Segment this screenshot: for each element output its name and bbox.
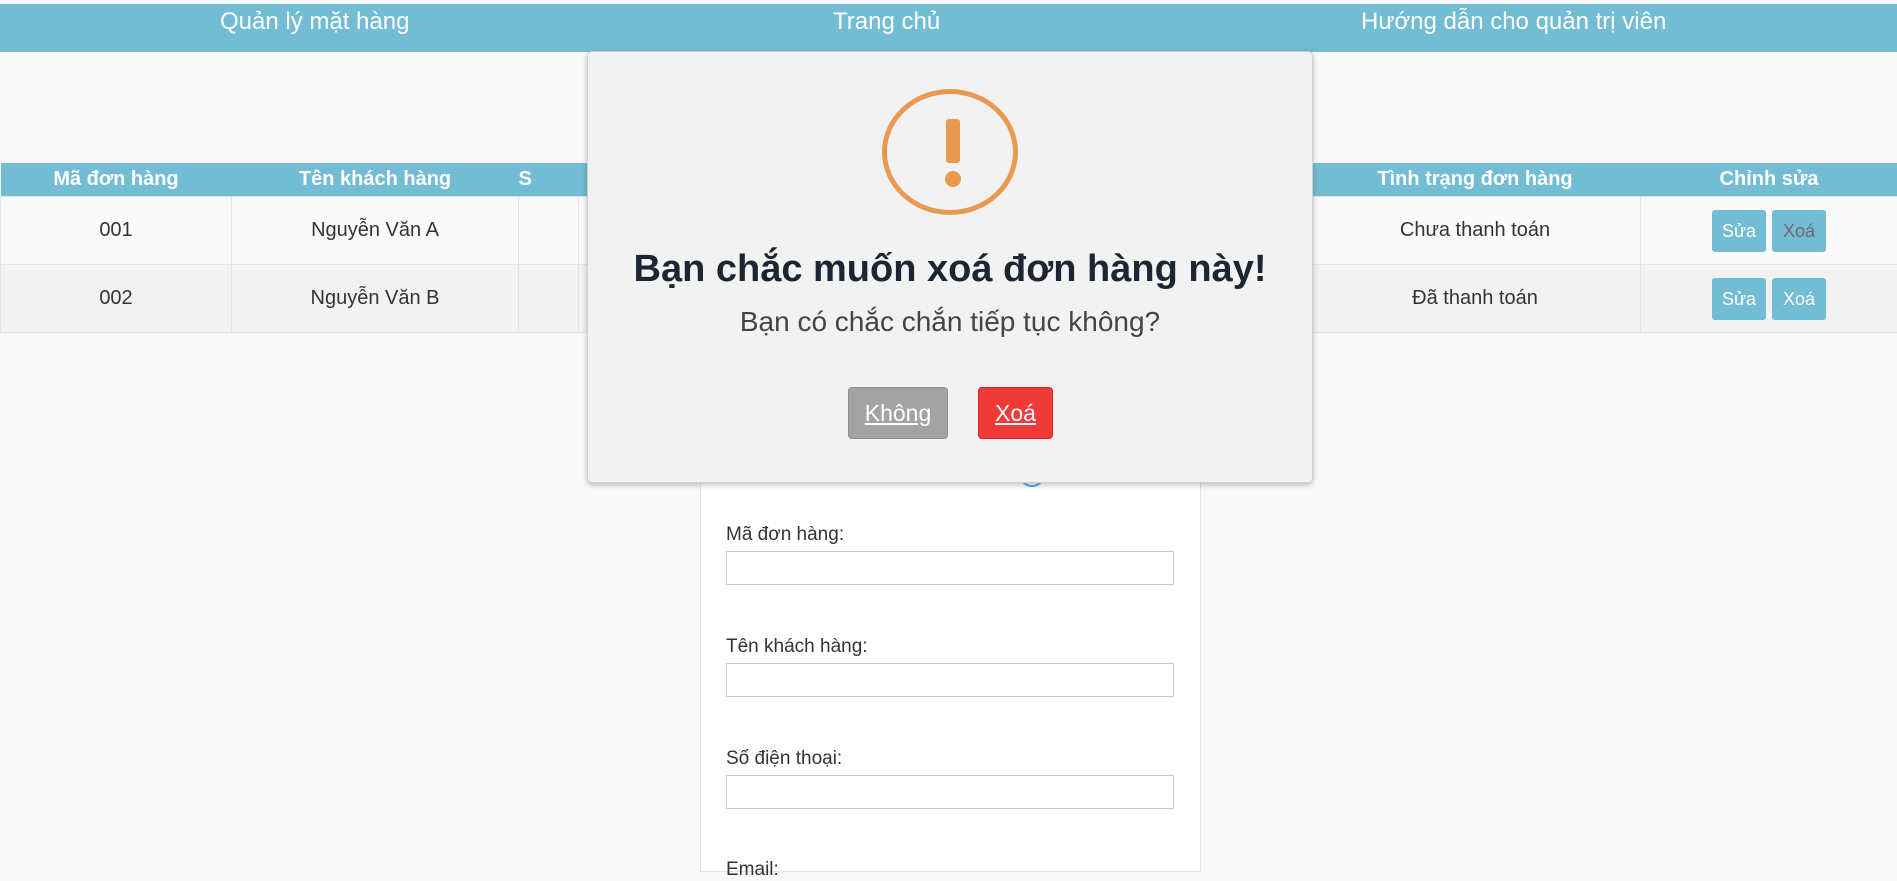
cell-status: Chưa thanh toán [1310,197,1641,265]
order-id-label: Mã đơn hàng: [726,524,844,546]
cancel-button[interactable]: Không [848,387,948,439]
delete-button[interactable]: Xoá [1772,278,1826,320]
nav-item-home[interactable]: Trang chủ [833,8,940,36]
cell-status: Đã thanh toán [1310,265,1641,333]
cell-phone [519,197,579,265]
edit-button[interactable]: Sửa [1712,278,1766,320]
cell-order-id: 001 [1,197,232,265]
order-form: Mã đơn hàng: Tên khách hàng: Số điện tho… [700,470,1201,872]
nav-item-products[interactable]: Quản lý mặt hàng [220,8,409,36]
phone-label: Số điện thoại: [726,748,842,770]
order-id-input[interactable] [726,551,1174,585]
dialog-title: Bạn chắc muốn xoá đơn hàng này! [588,248,1312,291]
header-edit: Chỉnh sửa [1641,163,1897,197]
delete-button[interactable]: Xoá [1772,210,1826,252]
edit-button[interactable]: Sửa [1712,210,1766,252]
cell-actions: SửaXoá [1641,265,1897,333]
cell-customer-name: Nguyễn Văn B [232,265,519,333]
email-label: Email: [726,859,779,881]
cell-phone [519,265,579,333]
nav-item-admin-guide[interactable]: Hướng dẫn cho quản trị viên [1361,8,1666,36]
dialog-message: Bạn có chắc chắn tiếp tục không? [588,306,1312,338]
customer-name-input[interactable] [726,663,1174,697]
header-customer-name: Tên khách hàng [232,163,519,197]
customer-name-label: Tên khách hàng: [726,636,868,658]
top-nav: Quản lý mặt hàng Trang chủ Hướng dẫn cho… [0,4,1897,52]
exclamation-circle-icon [882,89,1018,215]
confirm-delete-dialog: Bạn chắc muốn xoá đơn hàng này! Bạn có c… [587,51,1313,483]
cell-order-id: 002 [1,265,232,333]
cell-customer-name: Nguyễn Văn A [232,197,519,265]
phone-input[interactable] [726,775,1174,809]
header-phone-partial: S [519,163,579,197]
cell-actions: SửaXoá [1641,197,1897,265]
header-order-id: Mã đơn hàng [1,163,232,197]
confirm-delete-button[interactable]: Xoá [978,387,1053,439]
header-order-status: Tình trạng đơn hàng [1310,163,1641,197]
